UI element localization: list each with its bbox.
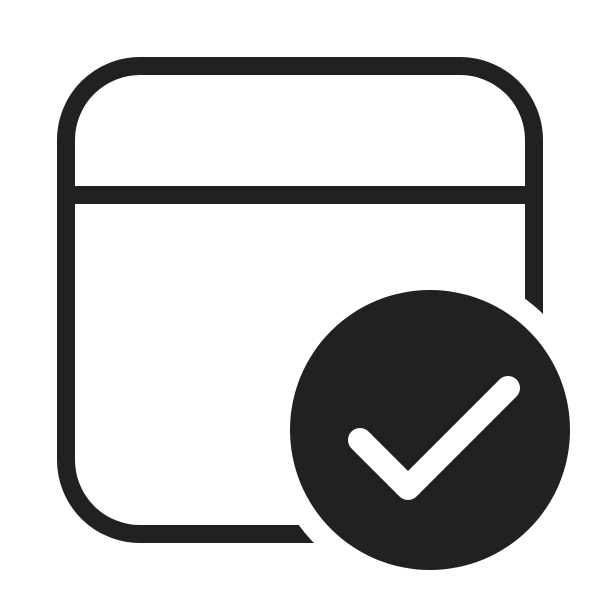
icon-canvas bbox=[0, 0, 600, 600]
checkmark-badge bbox=[290, 290, 570, 570]
calendar-header-divider bbox=[66, 186, 534, 204]
badge-circle bbox=[290, 290, 570, 570]
calendar-checkmark-icon bbox=[57, 57, 570, 570]
